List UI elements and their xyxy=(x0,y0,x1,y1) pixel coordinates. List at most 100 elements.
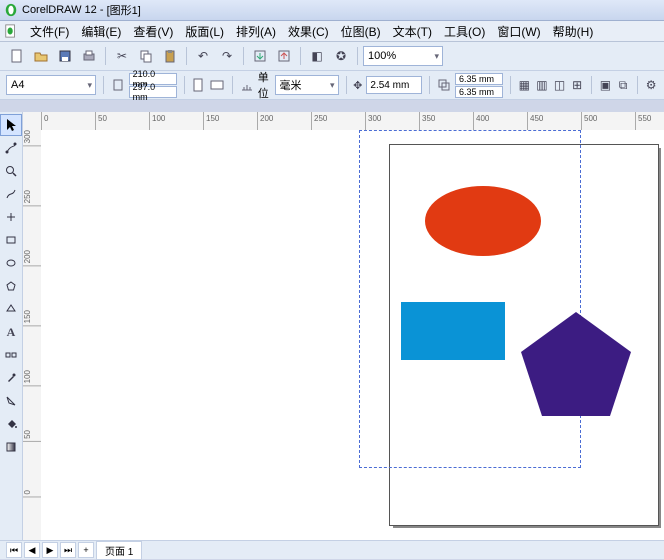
redo-button[interactable]: ↷ xyxy=(216,45,238,67)
separator-icon xyxy=(103,76,104,94)
menu-view[interactable]: 查看(V) xyxy=(127,21,179,42)
draw-complex-button[interactable]: ⧉ xyxy=(616,74,630,96)
separator-icon xyxy=(637,76,638,94)
dynamic-guides-button[interactable]: ⊞ xyxy=(570,74,584,96)
snap-to-guides-button[interactable]: ▥ xyxy=(535,74,549,96)
drawing-canvas[interactable] xyxy=(41,130,664,541)
basic-shapes-tool[interactable] xyxy=(0,298,22,320)
app-title: CorelDRAW 12 xyxy=(22,4,97,16)
landscape-button[interactable] xyxy=(209,74,225,96)
units-icon xyxy=(240,77,254,93)
separator-icon xyxy=(105,47,106,65)
save-button[interactable] xyxy=(54,45,76,67)
separator-icon xyxy=(357,47,358,65)
ellipse-tool[interactable] xyxy=(0,252,22,274)
workspace: A 050100150200250300350400450500550 3002… xyxy=(0,112,664,541)
corel-online-button[interactable]: ✪ xyxy=(330,45,352,67)
menu-edit[interactable]: 编辑(E) xyxy=(75,21,127,42)
outline-tool[interactable] xyxy=(0,390,22,412)
open-button[interactable] xyxy=(30,45,52,67)
separator-icon xyxy=(429,76,430,94)
page-dims-icon xyxy=(111,77,125,93)
units-label: 单位 xyxy=(258,69,271,101)
units-value: 毫米 xyxy=(280,77,302,93)
canvas-area: 050100150200250300350400450500550 300250… xyxy=(23,112,664,541)
prev-page-button[interactable]: ◀ xyxy=(24,542,40,558)
app-launcher-button[interactable]: ◧ xyxy=(306,45,328,67)
property-bar: A4 210.0 mm 297.0 mm 单位 毫米 ✥ 2.54 mm 6.3… xyxy=(0,71,664,100)
zoom-dropdown[interactable]: 100% xyxy=(363,46,443,66)
text-tool[interactable]: A xyxy=(0,321,22,343)
dup-offset-fields: 6.35 mm 6.35 mm xyxy=(455,73,503,98)
shape-tool[interactable] xyxy=(0,137,22,159)
import-button[interactable] xyxy=(249,45,271,67)
units-dropdown[interactable]: 毫米 xyxy=(275,75,339,95)
smart-draw-tool[interactable] xyxy=(0,206,22,228)
rectangle-shape[interactable] xyxy=(401,302,505,360)
zoom-tool[interactable] xyxy=(0,160,22,182)
treat-as-filled-button[interactable]: ▣ xyxy=(599,74,613,96)
menu-window[interactable]: 窗口(W) xyxy=(491,21,546,42)
fill-tool[interactable] xyxy=(0,413,22,435)
dup-offset-icon xyxy=(437,77,451,93)
options-button[interactable]: ⚙ xyxy=(644,74,658,96)
menu-text[interactable]: 文本(T) xyxy=(387,21,438,42)
menu-effects[interactable]: 效果(C) xyxy=(282,21,335,42)
selection-rectangle xyxy=(359,130,581,468)
rectangle-tool[interactable] xyxy=(0,229,22,251)
freehand-tool[interactable] xyxy=(0,183,22,205)
separator-icon xyxy=(300,47,301,65)
menu-tools[interactable]: 工具(O) xyxy=(438,21,491,42)
dup-x-field[interactable]: 6.35 mm xyxy=(455,73,503,85)
app-logo-icon xyxy=(4,3,18,17)
page-tab-1[interactable]: 页面 1 xyxy=(96,541,142,560)
separator-icon xyxy=(510,76,511,94)
page-navigator: ⏮ ◀ ▶ ⏭ + 页面 1 xyxy=(0,540,664,559)
ellipse-shape[interactable] xyxy=(423,184,543,258)
add-page-button[interactable]: + xyxy=(78,542,94,558)
page-height-field[interactable]: 297.0 mm xyxy=(129,86,177,98)
page-size-fields: 210.0 mm 297.0 mm xyxy=(129,73,177,98)
separator-icon xyxy=(346,76,347,94)
paper-size-dropdown[interactable]: A4 xyxy=(6,75,96,95)
separator-icon xyxy=(184,76,185,94)
pentagon-shape[interactable] xyxy=(521,312,631,416)
doc-icon xyxy=(4,24,18,38)
menu-bitmap[interactable]: 位图(B) xyxy=(335,21,387,42)
zoom-value: 100% xyxy=(368,50,396,62)
snap-to-grid-button[interactable]: ▦ xyxy=(518,74,532,96)
nudge-icon: ✥ xyxy=(353,77,362,93)
separator-icon xyxy=(186,47,187,65)
ruler-horizontal[interactable]: 050100150200250300350400450500550 xyxy=(41,112,664,131)
print-button[interactable] xyxy=(78,45,100,67)
snap-to-objects-button[interactable]: ◫ xyxy=(553,74,567,96)
portrait-button[interactable] xyxy=(191,74,205,96)
copy-button[interactable] xyxy=(135,45,157,67)
next-page-button[interactable]: ▶ xyxy=(42,542,58,558)
undo-button[interactable]: ↶ xyxy=(192,45,214,67)
menu-arrange[interactable]: 排列(A) xyxy=(230,21,282,42)
interactive-blend-tool[interactable] xyxy=(0,344,22,366)
interactive-fill-tool[interactable] xyxy=(0,436,22,458)
paper-size-value: A4 xyxy=(11,79,24,91)
nudge-field[interactable]: 2.54 mm xyxy=(366,76,422,94)
title-sep: - xyxy=(97,4,107,16)
ruler-vertical[interactable]: 300250200150100500 xyxy=(23,130,42,541)
paste-button[interactable] xyxy=(159,45,181,67)
menu-help[interactable]: 帮助(H) xyxy=(547,21,600,42)
export-button[interactable] xyxy=(273,45,295,67)
pick-tool[interactable] xyxy=(0,114,22,136)
first-page-button[interactable]: ⏮ xyxy=(6,542,22,558)
eyedropper-tool[interactable] xyxy=(0,367,22,389)
ruler-origin[interactable] xyxy=(23,112,42,131)
last-page-button[interactable]: ⏭ xyxy=(60,542,76,558)
separator-icon xyxy=(243,47,244,65)
menu-layout[interactable]: 版面(L) xyxy=(179,21,230,42)
separator-icon xyxy=(232,76,233,94)
new-button[interactable] xyxy=(6,45,28,67)
dup-y-field[interactable]: 6.35 mm xyxy=(455,86,503,98)
title-bar: CorelDRAW 12 - [图形1] xyxy=(0,0,664,21)
cut-button[interactable]: ✂ xyxy=(111,45,133,67)
menu-file[interactable]: 文件(F) xyxy=(24,21,75,42)
polygon-tool[interactable] xyxy=(0,275,22,297)
